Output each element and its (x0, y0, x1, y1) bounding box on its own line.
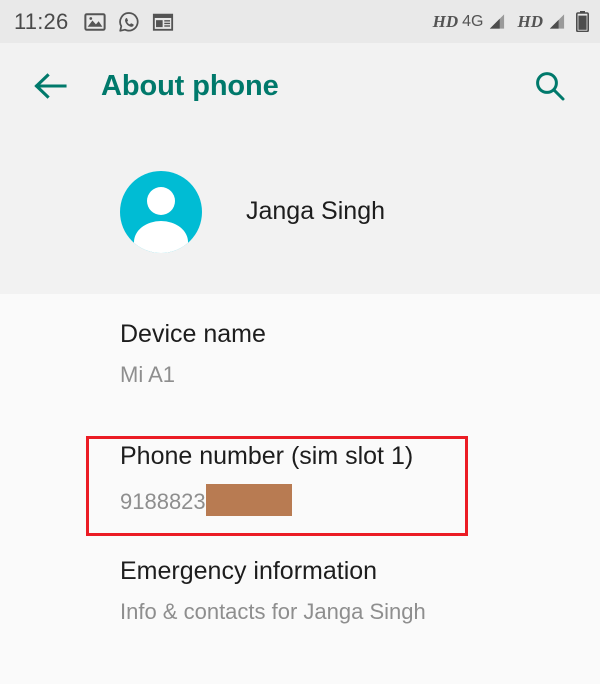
news-icon (153, 13, 174, 31)
settings-list: Device name Mi A1 Phone number (sim slot… (0, 294, 600, 684)
list-item-phone-number[interactable]: Phone number (sim slot 1) 9188823 (0, 444, 600, 518)
list-item-subtitle-wrapper: 9188823 (120, 484, 600, 518)
app-bar: About phone (0, 43, 600, 129)
list-item-emergency-information[interactable]: Emergency information Info & contacts fo… (0, 559, 600, 623)
battery-icon (576, 11, 589, 32)
photos-icon (84, 12, 107, 31)
signal-bars-icon-sim2 (549, 14, 565, 29)
avatar-head-shape (147, 186, 175, 215)
list-item-title: Phone number (sim slot 1) (120, 442, 414, 470)
list-item-title: Device name (120, 320, 266, 348)
status-clock: 11:26 (14, 8, 69, 34)
phone-screen: 11:26 HD 4G HD About phone Janga Singh D… (0, 0, 600, 684)
phone-number-digits: 9188823 (120, 489, 206, 514)
list-item-title: Emergency information (120, 557, 378, 585)
status-bar: 11:26 HD 4G HD (0, 0, 600, 43)
avatar-body-shape (134, 220, 188, 253)
status-bar-left: 11:26 (14, 8, 433, 34)
redaction-block (205, 484, 292, 516)
profile-section[interactable]: Janga Singh (0, 129, 600, 294)
whatsapp-icon (119, 11, 139, 32)
status-bar-right: HD 4G HD (433, 11, 589, 32)
signal-bars-icon-sim1 (489, 14, 504, 29)
hd-label-sim2: HD (517, 12, 544, 31)
hd-label-sim1: HD (432, 12, 459, 31)
search-button[interactable] (528, 64, 572, 108)
list-item-device-name[interactable]: Device name Mi A1 (0, 322, 600, 386)
person-avatar-icon (120, 170, 202, 253)
arrow-left-icon (34, 73, 67, 99)
list-item-subtitle: Info & contacts for Janga Singh (120, 599, 426, 624)
page-title: About phone (101, 69, 279, 102)
search-icon (536, 72, 565, 101)
network-type-label: 4G (462, 12, 484, 30)
profile-name: Janga Singh (246, 197, 386, 225)
back-button[interactable] (26, 62, 74, 110)
list-item-subtitle: Mi A1 (120, 362, 176, 387)
